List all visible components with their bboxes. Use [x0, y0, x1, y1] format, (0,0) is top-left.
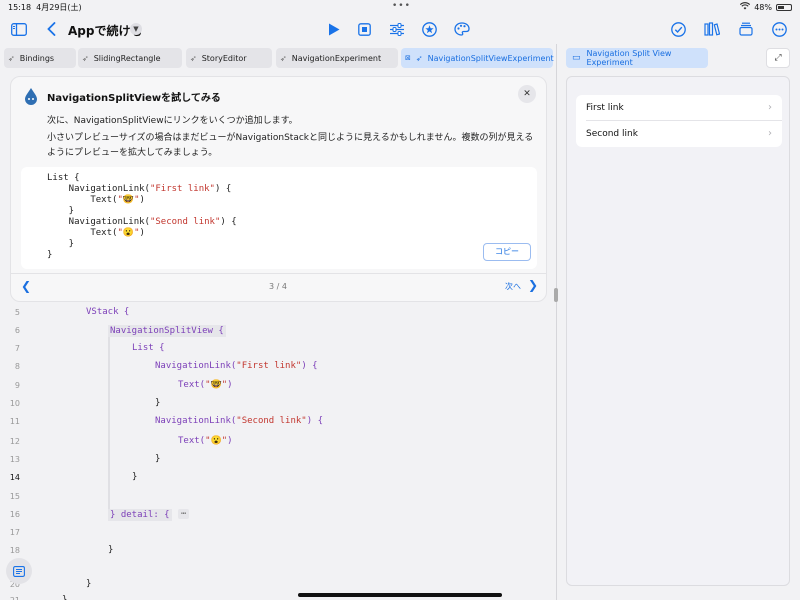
- home-indicator[interactable]: [298, 593, 502, 597]
- multitasking-dots[interactable]: •••: [392, 1, 411, 11]
- chevron-right-icon: ›: [768, 128, 772, 139]
- preview-list: First link › Second link ›: [576, 95, 782, 147]
- code-line[interactable]: 14}: [0, 469, 556, 487]
- swift-icon: ➶: [415, 53, 423, 63]
- battery-icon: [776, 3, 792, 11]
- pane-divider: [556, 44, 557, 600]
- pane-resize-handle[interactable]: [554, 288, 558, 302]
- code-line[interactable]: 18}: [0, 542, 556, 560]
- sidebar-toggle-icon[interactable]: [8, 18, 30, 40]
- swift-icon: ➶: [8, 53, 15, 63]
- preview-canvas: First link › Second link ›: [566, 76, 790, 586]
- stop-icon[interactable]: [353, 18, 375, 40]
- preview-title-tab[interactable]: ▭ Navigation Split View Experiment: [566, 48, 708, 68]
- fold-placeholder[interactable]: ⋯: [178, 509, 190, 519]
- status-right: 48%: [740, 2, 792, 12]
- tutorial-code: List { NavigationLink("First link") { Te…: [47, 173, 237, 260]
- tutorial-paragraph: 次に、NavigationSplitViewにリンクをいくつか追加します。: [47, 116, 298, 126]
- chevron-right-icon: ›: [768, 102, 772, 113]
- tutorial-page-indicator: 3 / 4: [269, 282, 287, 291]
- close-tab-icon[interactable]: ⊠: [405, 54, 411, 62]
- code-line[interactable]: 5 VStack {: [0, 304, 556, 322]
- previous-chevron-icon[interactable]: ❮: [21, 279, 31, 293]
- library-icon[interactable]: [701, 18, 723, 40]
- file-tab-bar: ➶ Bindings ➶ SlidingRectangle ➶ StoryEditor…: [0, 46, 556, 70]
- tab-navigation-experiment[interactable]: ➶ NavigationExperiment: [276, 48, 398, 68]
- back-chevron-icon[interactable]: [40, 18, 62, 40]
- tutorial-title: NavigationSplitViewを試してみる: [47, 93, 221, 104]
- copy-button[interactable]: コピー: [483, 243, 531, 261]
- run-icon[interactable]: [323, 18, 345, 40]
- status-bar: 15:18 4月29日(土) ••• 48%: [0, 0, 800, 14]
- code-line[interactable]: 6 NavigationSplitView {: [0, 322, 556, 340]
- more-options-icon[interactable]: [768, 18, 790, 40]
- tab-story-editor[interactable]: ➶ StoryEditor: [186, 48, 272, 68]
- battery-percent: 48%: [754, 2, 772, 12]
- code-line[interactable]: 7 List {: [0, 340, 556, 358]
- code-editor[interactable]: 5 VStack { 6 NavigationSplitView { 7 List {…: [0, 304, 556, 600]
- list-item[interactable]: Second link ›: [576, 121, 782, 147]
- tab-sliding-rectangle[interactable]: ➶ SlidingRectangle: [78, 48, 182, 68]
- star-circle-icon[interactable]: [418, 18, 440, 40]
- code-line[interactable]: 9 Text("🤓"): [0, 377, 556, 395]
- document-outline-icon[interactable]: [6, 558, 32, 584]
- toolbar: Appで続ける ▼: [0, 14, 800, 44]
- divider: [11, 273, 546, 274]
- wifi-icon: [740, 2, 751, 12]
- palette-icon[interactable]: [451, 18, 473, 40]
- tutorial-card: NavigationSplitViewを試してみる ✕ 次に、Navigatio…: [10, 76, 547, 302]
- water-drop-icon: [23, 87, 39, 105]
- code-line[interactable]: 15: [0, 488, 556, 506]
- status-time: 15:18 4月29日(土): [8, 3, 82, 12]
- next-chevron-icon[interactable]: ❯: [528, 278, 538, 292]
- windows-icon[interactable]: [735, 18, 757, 40]
- code-line[interactable]: 17: [0, 524, 556, 542]
- code-line[interactable]: 11 NavigationLink("Second link") {: [0, 413, 556, 431]
- code-line[interactable]: 10}: [0, 395, 556, 413]
- checkmark-circle-icon[interactable]: [667, 18, 689, 40]
- swift-icon: ➶: [280, 53, 287, 63]
- tutorial-paragraph: 小さいプレビューサイズの場合はまだビューがNavigationStackと同じよ…: [47, 133, 534, 158]
- code-line[interactable]: 12 Text("😮"): [0, 433, 556, 451]
- tab-navigation-split-view-experiment[interactable]: ⊠ ➶ NavigationSplitViewExperiment: [401, 48, 554, 68]
- next-button[interactable]: 次へ: [505, 281, 521, 292]
- sliders-icon[interactable]: [386, 18, 408, 40]
- code-line[interactable]: 8 NavigationLink("First link") {: [0, 358, 556, 376]
- chevron-down-icon[interactable]: ▼: [130, 23, 142, 35]
- tab-bindings[interactable]: ➶ Bindings: [4, 48, 76, 68]
- tutorial-code-block: List { NavigationLink("First link") { Te…: [21, 167, 537, 269]
- list-item[interactable]: First link ›: [576, 95, 782, 121]
- code-line[interactable]: 13}: [0, 451, 556, 469]
- expand-icon[interactable]: ⤢: [766, 48, 790, 68]
- swift-icon: ➶: [190, 53, 197, 63]
- swift-icon: ➶: [82, 53, 89, 63]
- window-icon: ▭: [572, 53, 581, 63]
- code-line[interactable]: 16} detail: {⋯: [0, 506, 556, 524]
- close-icon[interactable]: ✕: [518, 85, 536, 103]
